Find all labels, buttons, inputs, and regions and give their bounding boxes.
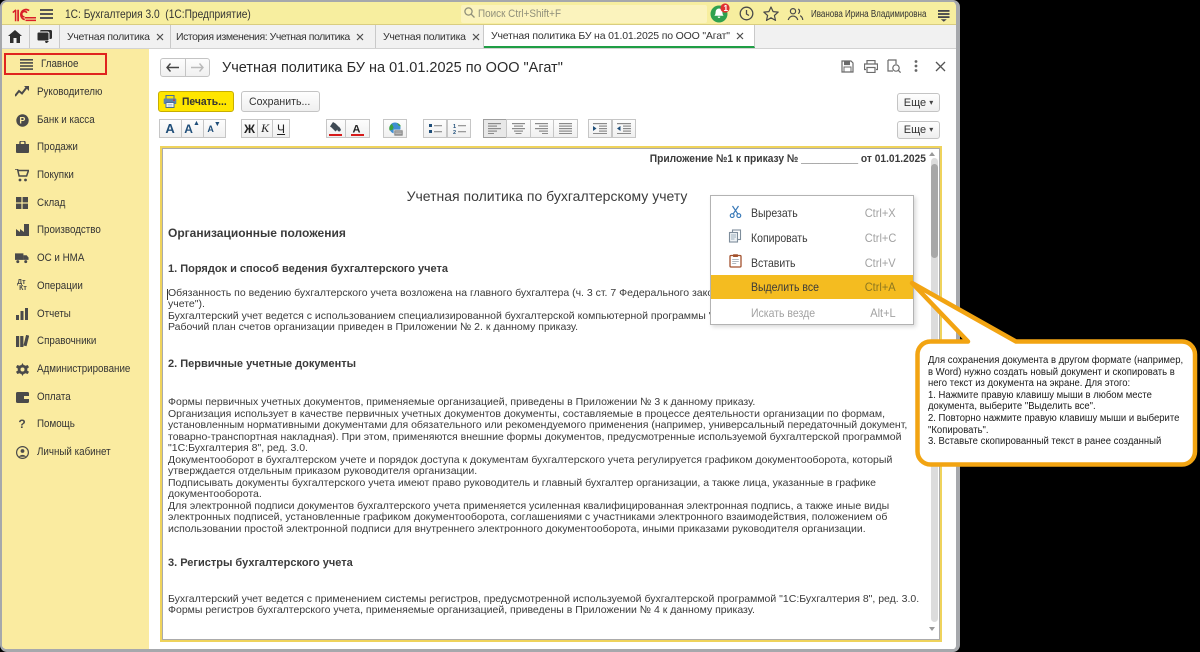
svg-text:2: 2 <box>453 130 456 134</box>
svg-text:А: А <box>352 123 360 135</box>
svg-text:1: 1 <box>723 3 728 13</box>
svg-text:P: P <box>19 115 25 125</box>
